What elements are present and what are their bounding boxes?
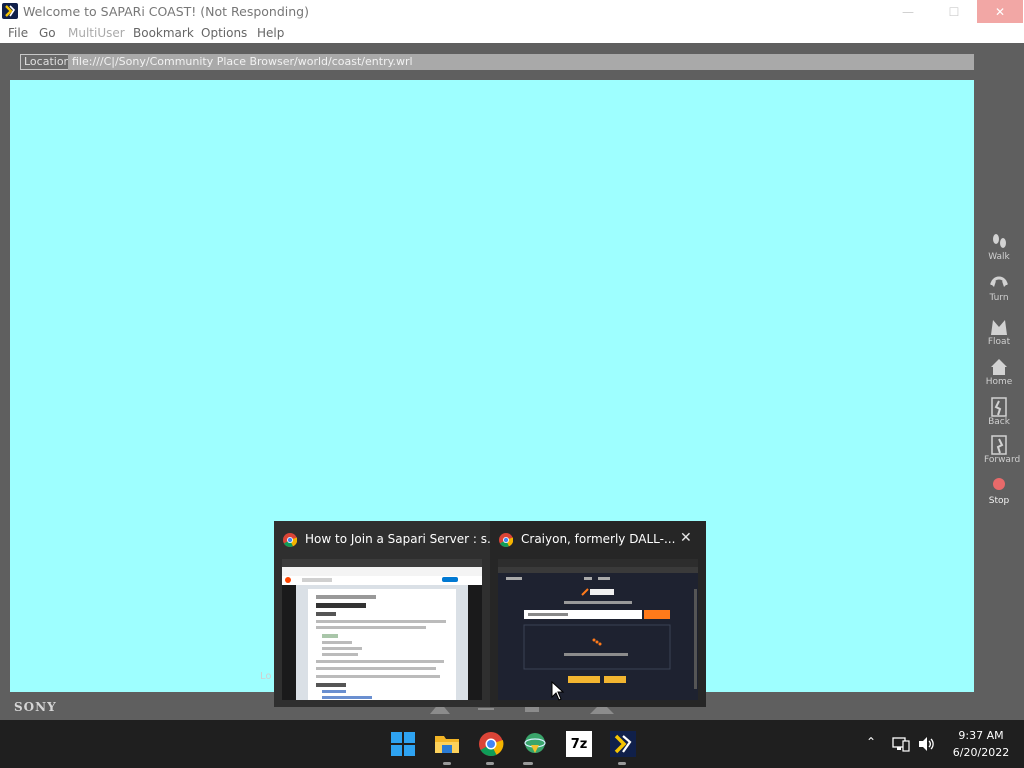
walk-label: Walk (988, 252, 1010, 262)
stop-label: Stop (988, 496, 1010, 506)
menu-options[interactable]: Options (201, 26, 247, 40)
back-icon (991, 397, 1007, 417)
7zip-icon[interactable]: 7z (566, 731, 592, 757)
thumbnail-preview-1 (282, 559, 482, 700)
community-place-browser-icon[interactable] (610, 731, 636, 757)
turn-label: Turn (989, 293, 1009, 303)
network-icon[interactable] (892, 736, 910, 752)
app-icon (2, 3, 18, 19)
chrome-indicator (486, 762, 494, 765)
chrome-icon[interactable] (478, 731, 504, 757)
back-label: Back (988, 417, 1010, 427)
thumbnail-close-button[interactable]: ✕ (680, 530, 692, 546)
chevron-up-icon[interactable]: ⌃ (866, 735, 876, 749)
file-explorer-icon[interactable] (434, 731, 460, 757)
volume-icon[interactable] (918, 736, 936, 752)
maximize-button[interactable]: ☐ (931, 0, 977, 23)
clock-date[interactable]: 6/20/2022 (946, 746, 1016, 759)
forward-button[interactable]: Forward (984, 435, 1021, 465)
taskbar-thumbnail-popup: How to Join a Sapari Server : s... Craiy… (274, 521, 706, 707)
forward-label: Forward (984, 455, 1021, 465)
home-button[interactable]: Home (984, 357, 1014, 387)
float-icon (991, 320, 1007, 335)
7zip-label: 7z (570, 736, 588, 752)
menu-file[interactable]: File (8, 26, 28, 40)
chrome-icon (499, 533, 513, 547)
float-button[interactable]: Float (984, 317, 1014, 347)
menu-bar: File Go MultiUser Bookmark Options Help (0, 23, 1024, 43)
thumbnail-reddit[interactable]: How to Join a Sapari Server : s... (274, 521, 498, 707)
window-title: Welcome to SAPARi COAST! (Not Responding… (23, 4, 309, 19)
close-icon: ✕ (680, 530, 692, 546)
menu-help[interactable]: Help (257, 26, 284, 40)
walk-button[interactable]: Walk (984, 232, 1014, 262)
menu-bookmark[interactable]: Bookmark (133, 26, 194, 40)
title-bar: Welcome to SAPARi COAST! (Not Responding… (0, 0, 1024, 23)
float-label: Float (987, 337, 1011, 347)
turn-button[interactable]: Turn (984, 273, 1014, 303)
taskbar: 7z ⌃ 9:37 AM 6/20/2022 (0, 720, 1024, 768)
back-button[interactable]: Back (984, 397, 1014, 427)
menu-go[interactable]: Go (39, 26, 56, 40)
clock-time[interactable]: 9:37 AM (946, 729, 1016, 742)
home-label: Home (985, 377, 1013, 387)
explorer-indicator (443, 762, 451, 765)
minimize-button[interactable]: — (885, 0, 931, 23)
minimize-icon: — (902, 4, 914, 19)
viewport-partial-text: Lo (260, 671, 272, 682)
stop-icon (993, 478, 1005, 490)
internet-download-icon[interactable] (522, 731, 548, 757)
footprints-icon (993, 234, 1006, 248)
close-button[interactable]: ✕ (977, 0, 1023, 23)
stop-button[interactable]: Stop (984, 476, 1014, 506)
thumbnail-title-2: Craiyon, formerly DALL-... (521, 532, 676, 546)
mouse-cursor-icon (551, 681, 565, 701)
idm-indicator (523, 762, 533, 765)
sony-logo: SONY (14, 700, 57, 714)
thumbnail-craiyon[interactable]: Craiyon, formerly DALL-... ✕ (490, 521, 706, 707)
chrome-icon (283, 533, 297, 547)
location-field[interactable]: file:///C|/Sony/Community Place Browser/… (68, 54, 974, 70)
close-icon: ✕ (994, 4, 1006, 19)
browser-indicator (618, 762, 626, 765)
maximize-icon: ☐ (948, 4, 960, 19)
home-icon (991, 359, 1007, 375)
menu-multiuser[interactable]: MultiUser (68, 26, 125, 40)
forward-icon (991, 435, 1007, 455)
thumbnail-title-1: How to Join a Sapari Server : s... (305, 532, 499, 546)
windows-start-icon[interactable] (390, 731, 416, 757)
thumbnail-preview-2 (498, 559, 698, 700)
turn-icon (990, 276, 1008, 287)
